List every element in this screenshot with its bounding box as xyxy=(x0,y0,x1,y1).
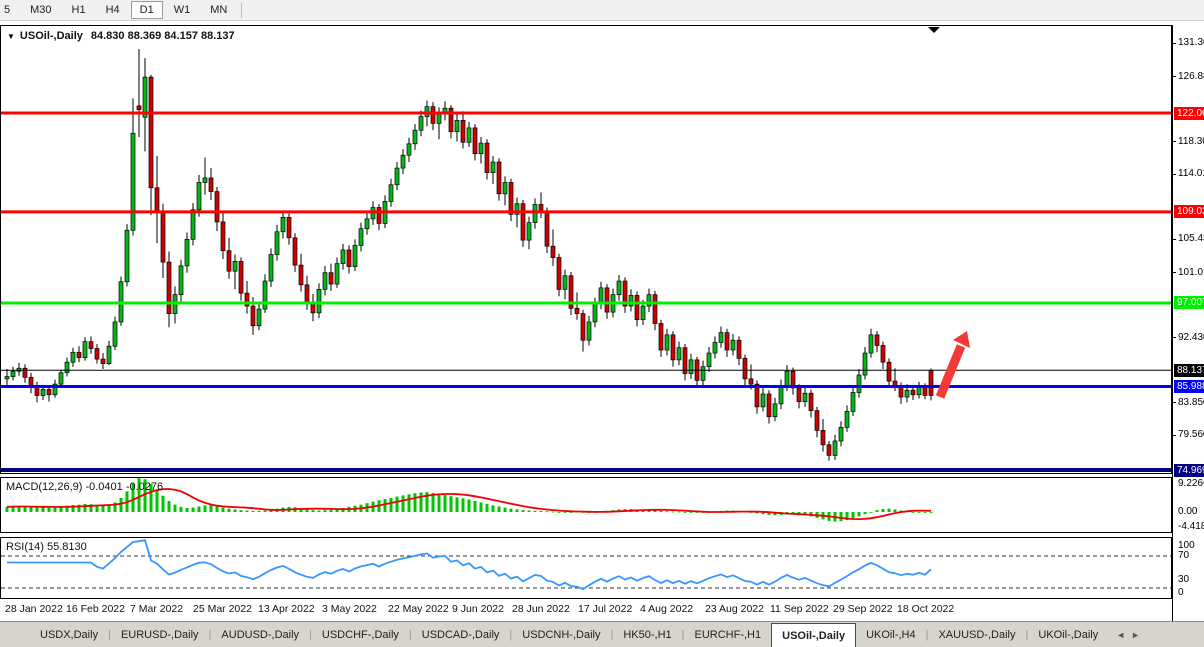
tab-scroll-left-icon[interactable]: ◄ xyxy=(1116,630,1125,640)
chart-tab-bar: USDX,Daily|EURUSD-,Daily|AUDUSD-,Daily|U… xyxy=(0,621,1204,647)
price-axis-label: 131.30 xyxy=(1178,37,1204,49)
timeframe-button-m30[interactable]: M30 xyxy=(21,1,60,19)
candlestick-chart[interactable] xyxy=(1,26,1171,473)
price-axis-label: 83.850 xyxy=(1178,397,1204,409)
rsi-axis-label: 0 xyxy=(1178,587,1204,599)
date-label: 28 Jan 2022 xyxy=(5,603,63,615)
price-axis-tick xyxy=(1173,272,1176,273)
date-label: 3 May 2022 xyxy=(322,603,377,615)
price-axis-tick xyxy=(1173,435,1176,436)
rsi-panel[interactable]: RSI(14) 55.8130 xyxy=(0,537,1172,599)
date-label: 9 Jun 2022 xyxy=(452,603,504,615)
price-axis-label: 101.01 xyxy=(1178,267,1204,279)
rsi-line xyxy=(7,540,931,589)
date-label: 16 Feb 2022 xyxy=(66,603,125,615)
macd-axis-label: -4.4188 xyxy=(1178,521,1204,533)
chart-title: ▼ USOil-,Daily 84.830 88.369 84.157 88.1… xyxy=(7,30,235,42)
chart-ohlc-values: 84.830 88.369 84.157 88.137 xyxy=(91,30,235,42)
macd-panel[interactable]: MACD(12,26,9) -0.0401 -0.0276 xyxy=(0,477,1172,533)
timeframe-button-d1[interactable]: D1 xyxy=(131,1,163,19)
price-tag-88-137: 88.137 xyxy=(1174,364,1204,377)
rsi-chart xyxy=(1,538,1171,598)
price-axis-tick xyxy=(1173,174,1176,175)
trading-platform-window: 5M30H1H4D1W1MN ▼ USOil-,Daily 84.830 88.… xyxy=(0,0,1204,647)
tab-usdchf-daily[interactable]: USDCHF-,Daily xyxy=(312,622,409,647)
price-axis-tick xyxy=(1173,239,1176,240)
macd-axis-label: 9.2266 xyxy=(1178,478,1204,490)
timeframe-button-h4[interactable]: H4 xyxy=(97,1,129,19)
tab-usdx-daily[interactable]: USDX,Daily xyxy=(30,622,108,647)
price-tag-74-969: 74.969 xyxy=(1174,464,1204,477)
price-axis-label: 79.560 xyxy=(1178,429,1204,441)
date-label: 23 Aug 2022 xyxy=(705,603,764,615)
price-axis-tick xyxy=(1173,141,1176,142)
price-axis-tick xyxy=(1173,76,1176,77)
tab-eurusd-daily[interactable]: EURUSD-,Daily xyxy=(111,622,209,647)
price-axis-label: 114.01 xyxy=(1178,168,1204,180)
price-axis-label: 105.43 xyxy=(1178,233,1204,245)
tab-usoil-daily[interactable]: USOil-,Daily xyxy=(771,623,856,647)
price-axis-tick xyxy=(1173,402,1176,403)
price-tag-109-03: 109.03 xyxy=(1174,205,1204,218)
date-label: 13 Apr 2022 xyxy=(258,603,315,615)
toolbar-separator xyxy=(241,3,242,18)
tab-scroll-buttons: ◄► xyxy=(1116,622,1140,647)
date-label: 18 Oct 2022 xyxy=(897,603,954,615)
chart-shift-marker-icon xyxy=(928,27,940,33)
chart-symbol: USOil-,Daily xyxy=(20,30,83,42)
tab-usdcad-daily[interactable]: USDCAD-,Daily xyxy=(412,622,510,647)
candles-group xyxy=(5,49,933,461)
rsi-axis-label: 30 xyxy=(1178,574,1204,586)
timeframe-button-w1[interactable]: W1 xyxy=(165,1,200,19)
date-label: 22 May 2022 xyxy=(388,603,449,615)
date-label: 7 Mar 2022 xyxy=(130,603,183,615)
price-tag-122-06: 122.06 xyxy=(1174,107,1204,120)
tab-usdcnh-daily[interactable]: USDCNH-,Daily xyxy=(512,622,610,647)
timeframe-button-mn[interactable]: MN xyxy=(201,1,236,19)
price-axis-label: 126.88 xyxy=(1178,71,1204,83)
price-axis[interactable]: 131.30 126.88 118.30 114.01 105.43 101.01 92.4… xyxy=(1172,25,1204,621)
tab-eurchf-h1[interactable]: EURCHF-,H1 xyxy=(685,622,772,647)
timeframe-toolbar: 5M30H1H4D1W1MN xyxy=(0,0,1204,21)
date-label: 25 Mar 2022 xyxy=(193,603,252,615)
tab-ukoil-daily[interactable]: UKOil-,Daily xyxy=(1028,622,1108,647)
rsi-label: RSI(14) 55.8130 xyxy=(6,541,87,553)
tab-scroll-right-icon[interactable]: ► xyxy=(1131,630,1140,640)
tab-ukoil-h4[interactable]: UKOil-,H4 xyxy=(856,622,926,647)
price-tag-97-007: 97.007 xyxy=(1174,296,1204,309)
macd-axis-label: 0.00 xyxy=(1178,506,1204,518)
rsi-axis-label: 70 xyxy=(1178,550,1204,562)
date-label: 11 Sep 2022 xyxy=(770,603,829,615)
macd-chart xyxy=(1,478,1171,532)
date-label: 17 Jul 2022 xyxy=(578,603,632,615)
macd-label: MACD(12,26,9) -0.0401 -0.0276 xyxy=(6,481,163,493)
main-chart-panel[interactable]: ▼ USOil-,Daily 84.830 88.369 84.157 88.1… xyxy=(0,25,1172,474)
date-label: 28 Jun 2022 xyxy=(512,603,570,615)
date-axis[interactable]: 28 Jan 202216 Feb 2022 7 Mar 2022 25 Mar 2… xyxy=(0,599,1172,621)
tab-xauusd-daily[interactable]: XAUUSD-,Daily xyxy=(928,622,1025,647)
price-axis-label: 118.30 xyxy=(1178,136,1204,148)
timeframe-button-5[interactable]: 5 xyxy=(1,1,19,19)
timeframe-button-h1[interactable]: H1 xyxy=(63,1,95,19)
price-axis-tick xyxy=(1173,43,1176,44)
price-axis-label: 92.430 xyxy=(1178,332,1204,344)
tab-audusd-daily[interactable]: AUDUSD-,Daily xyxy=(211,622,309,647)
price-axis-tick xyxy=(1173,337,1176,338)
chart-dropdown-icon[interactable]: ▼ xyxy=(7,32,15,41)
price-tag-85-988: 85.988 xyxy=(1174,380,1204,393)
tab-hk50-h1[interactable]: HK50-,H1 xyxy=(613,622,681,647)
date-label: 4 Aug 2022 xyxy=(640,603,693,615)
date-label: 29 Sep 2022 xyxy=(833,603,893,615)
